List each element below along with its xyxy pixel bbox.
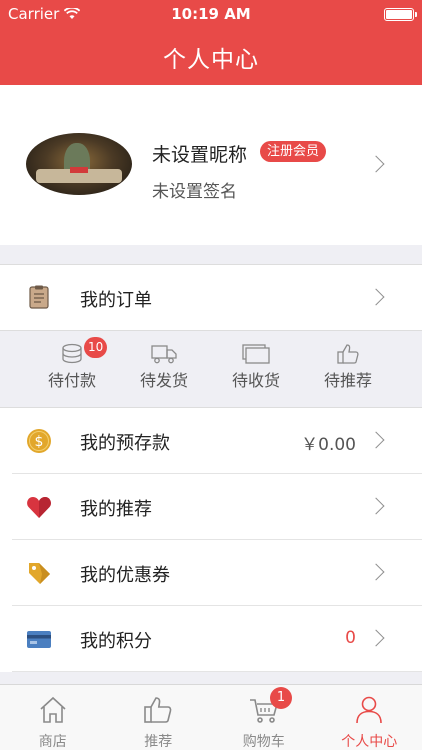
tab-label: 购物车: [242, 734, 285, 750]
member-badge: 注册会员: [260, 141, 327, 162]
order-status-label: 待发货: [139, 371, 188, 390]
heart-icon: [27, 497, 51, 518]
tab-recommend[interactable]: 推荐: [106, 685, 212, 750]
home-icon: [40, 696, 66, 723]
tab-label: 推荐: [144, 734, 173, 750]
coin-icon: $: [27, 429, 51, 453]
thumb-up-icon: [337, 344, 359, 364]
points-label: 我的积分: [80, 631, 152, 652]
order-status-label: 待收货: [231, 371, 280, 390]
recommend-row[interactable]: 我的推荐: [0, 474, 422, 540]
coupons-label: 我的优惠券: [80, 565, 170, 586]
orders-row[interactable]: 我的订单: [0, 264, 422, 330]
status-bar: Carrier 10:19 AM: [0, 0, 422, 28]
order-status-label: 待推荐: [323, 371, 372, 390]
chevron-right-icon: [367, 431, 385, 449]
order-status-pending-receipt[interactable]: 待收货: [210, 331, 302, 407]
order-status-pending-recommend[interactable]: 待推荐: [302, 331, 394, 407]
deposit-row[interactable]: $ 我的预存款 ￥0.00: [0, 408, 422, 474]
truck-icon: [151, 345, 177, 364]
deposit-value: ￥0.00: [301, 435, 356, 455]
points-row[interactable]: 我的积分 0: [0, 606, 422, 672]
order-status-label: 待付款: [47, 371, 96, 390]
avatar[interactable]: [26, 133, 132, 195]
tab-label: 个人中心: [341, 734, 398, 750]
deposit-label: 我的预存款: [80, 433, 170, 454]
tab-label: 商店: [38, 734, 67, 750]
order-status-pending-shipment[interactable]: 待发货: [118, 331, 210, 407]
tab-bar: 商店 推荐 1 购物车 个人中心: [0, 684, 422, 750]
chevron-right-icon: [367, 563, 385, 581]
nickname: 未设置昵称: [152, 144, 248, 166]
card-icon: [27, 631, 51, 648]
battery-icon: [384, 8, 417, 21]
clipboard-icon: [29, 285, 49, 309]
package-icon: [242, 344, 270, 364]
tab-store[interactable]: 商店: [0, 685, 106, 750]
chevron-right-icon: [367, 155, 385, 173]
count-badge: 10: [84, 337, 108, 358]
tab-cart[interactable]: 1 购物车: [211, 685, 317, 750]
chevron-right-icon: [367, 629, 385, 647]
clock: 10:19 AM: [171, 5, 251, 23]
tag-icon: [29, 563, 50, 584]
order-status-bar: 待付款 10 待发货 待收货 待推荐: [0, 330, 422, 408]
cart-count-badge: 1: [270, 687, 292, 709]
tab-profile[interactable]: 个人中心: [317, 685, 422, 750]
orders-label: 我的订单: [80, 290, 152, 311]
chevron-right-icon: [367, 288, 385, 306]
page-title: 个人中心: [163, 46, 259, 73]
points-value: 0: [345, 628, 356, 648]
recommend-label: 我的推荐: [80, 499, 152, 520]
thumb-up-icon: [144, 697, 172, 723]
signature: 未设置签名: [152, 182, 237, 202]
coupons-row[interactable]: 我的优惠券: [0, 540, 422, 606]
order-status-pending-payment[interactable]: 待付款 10: [26, 331, 118, 407]
profile-card[interactable]: 未设置昵称 注册会员 未设置签名: [0, 85, 422, 245]
svg-text:$: $: [35, 434, 44, 450]
nav-bar: 个人中心: [0, 28, 422, 85]
chevron-right-icon: [367, 497, 385, 515]
person-icon: [356, 696, 383, 724]
coins-stack-icon: [62, 343, 82, 364]
